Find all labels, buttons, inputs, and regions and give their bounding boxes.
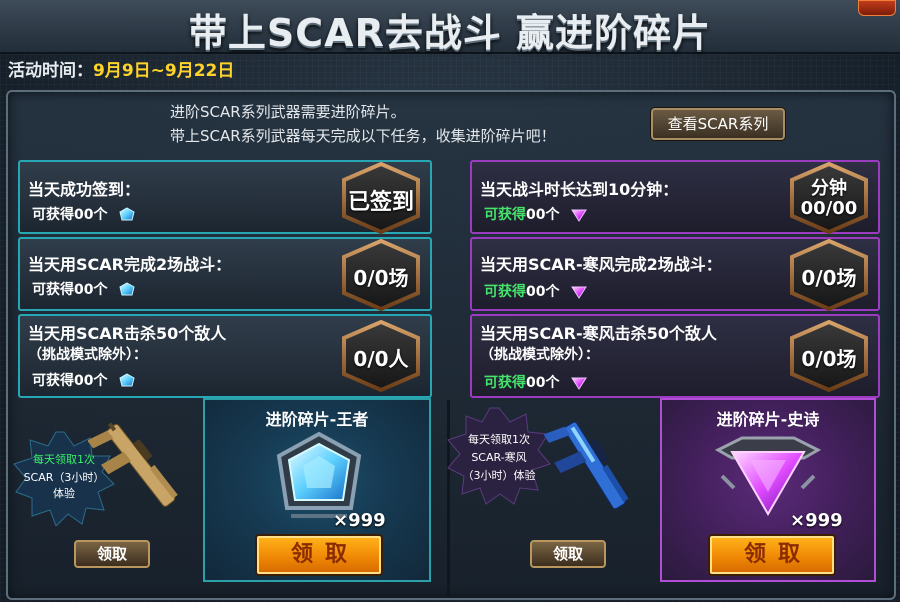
blue-crystal-fragment-icon — [119, 373, 135, 387]
blue-crystal-fragment-icon — [119, 207, 135, 221]
reward-label: 可获得 — [32, 207, 74, 223]
status-text: 0/0场 — [801, 347, 857, 371]
task-reward: 可获得00个 — [484, 204, 588, 224]
status-badge: 分钟 00/00 — [788, 162, 870, 234]
quantity-label: ×999 — [790, 510, 843, 531]
scar-rifle-icon — [88, 422, 178, 507]
view-scar-series-button[interactable]: 查看SCAR系列 — [651, 108, 785, 140]
task-reward: 可获得00个 — [32, 370, 136, 390]
task-reward: 可获得00个 — [484, 372, 588, 392]
reward-value: 00个 — [74, 282, 108, 298]
event-date: 活动时间：9月9日~9月22日 — [8, 56, 234, 81]
reward-panel-king: 进阶碎片-王者 ×999 领取 — [203, 398, 431, 582]
status-badge: 0/0场 — [788, 239, 870, 311]
reward-label: 可获得 — [484, 284, 526, 300]
purple-crystal-fragment-icon — [571, 286, 588, 299]
reward-label: 可获得 — [484, 207, 526, 223]
purple-crystal-fragment-icon — [571, 377, 588, 390]
status-text: 0/0场 — [801, 266, 857, 290]
status-badge: 0/0人 — [340, 320, 422, 392]
claim-scar-trial-button[interactable]: 领取 — [74, 540, 150, 568]
task-title: 当天用SCAR-寒风击杀50个敌人 — [480, 324, 717, 343]
promo-line-3: （3小时）体验 — [462, 469, 536, 482]
task-reward: 可获得00个 — [32, 279, 136, 299]
reward-value: 00个 — [526, 207, 560, 223]
scar-hanfeng-rifle-icon — [544, 421, 629, 510]
reward-value: 00个 — [526, 284, 560, 300]
task-battle-time: 当天战斗时长达到10分钟： 可获得00个 分钟 00/00 — [470, 160, 880, 234]
reward-label: 可获得 — [32, 373, 74, 389]
reward-title: 进阶碎片-史诗 — [716, 410, 820, 429]
task-subtitle: （挑战模式除外）： — [480, 347, 599, 363]
reward-label: 可获得 — [32, 282, 74, 298]
intro-line-2: 带上SCAR系列武器每天完成以下任务，收集进阶碎片吧！ — [170, 127, 556, 145]
blue-crystal-fragment-icon — [119, 282, 135, 296]
title-bar: 带上SCAR去战斗 赢进阶碎片 — [0, 0, 900, 55]
task-title: 当天战斗时长达到10分钟： — [480, 180, 679, 199]
status-badge: 0/0场 — [340, 239, 422, 311]
claim-hanfeng-trial-button[interactable]: 领取 — [530, 540, 606, 568]
task-subtitle: （挑战模式除外）： — [28, 347, 147, 363]
task-scar-kills: 当天用SCAR击杀50个敌人 （挑战模式除外）： 可获得00个 0/0人 — [18, 314, 432, 398]
task-title: 当天用SCAR完成2场战斗： — [28, 255, 232, 274]
task-scar-battles: 当天用SCAR完成2场战斗： 可获得00个 0/0场 — [18, 237, 432, 311]
page-title: 带上SCAR去战斗 赢进阶碎片 — [188, 11, 712, 55]
reward-value: 00个 — [74, 207, 108, 223]
task-title: 当天成功签到： — [28, 180, 141, 199]
status-badge: 已签到 — [340, 162, 422, 234]
claim-king-fragment-button[interactable]: 领取 — [257, 536, 381, 574]
promo-line-2: SCAR-寒风 — [471, 451, 527, 464]
task-checkin: 当天成功签到： 可获得00个 已签到 — [18, 160, 432, 234]
claim-epic-fragment-button[interactable]: 领取 — [710, 536, 834, 574]
date-value: 9月9日~9月22日 — [93, 61, 235, 81]
reward-value: 00个 — [526, 375, 560, 391]
task-title: 当天用SCAR击杀50个敌人 — [28, 324, 227, 343]
task-hanfeng-battles: 当天用SCAR-寒风完成2场战斗： 可获得00个 0/0场 — [470, 237, 880, 311]
status-text: 0/0人 — [353, 347, 409, 371]
date-label: 活动时间： — [8, 61, 93, 81]
status-text: 00/00 — [800, 198, 858, 219]
task-reward: 可获得00个 — [484, 281, 588, 301]
trial-promo-badge: 每天领取1次 SCAR-寒风 （3小时）体验 — [444, 406, 554, 506]
status-text: 0/0场 — [353, 266, 409, 290]
status-badge: 0/0场 — [788, 320, 870, 392]
reward-label: 可获得 — [484, 375, 526, 391]
task-reward: 可获得00个 — [32, 204, 136, 224]
intro-text: 进阶SCAR系列武器需要进阶碎片。 带上SCAR系列武器每天完成以下任务，收集进… — [170, 100, 556, 148]
close-icon[interactable] — [858, 0, 896, 16]
purple-crystal-fragment-icon — [571, 209, 588, 222]
quantity-label: ×999 — [333, 510, 386, 531]
task-hanfeng-kills: 当天用SCAR-寒风击杀50个敌人 （挑战模式除外）： 可获得00个 0/0场 — [470, 314, 880, 398]
task-title: 当天用SCAR-寒风完成2场战斗： — [480, 255, 722, 274]
reward-value: 00个 — [74, 373, 108, 389]
reward-title: 进阶碎片-王者 — [265, 410, 369, 429]
reward-panel-epic: 进阶碎片-史诗 ×999 领取 — [660, 398, 876, 582]
status-text: 已签到 — [347, 190, 414, 215]
intro-line-1: 进阶SCAR系列武器需要进阶碎片。 — [170, 103, 406, 121]
promo-line-1: 每天领取1次 — [468, 433, 530, 446]
status-unit: 分钟 — [811, 178, 847, 199]
